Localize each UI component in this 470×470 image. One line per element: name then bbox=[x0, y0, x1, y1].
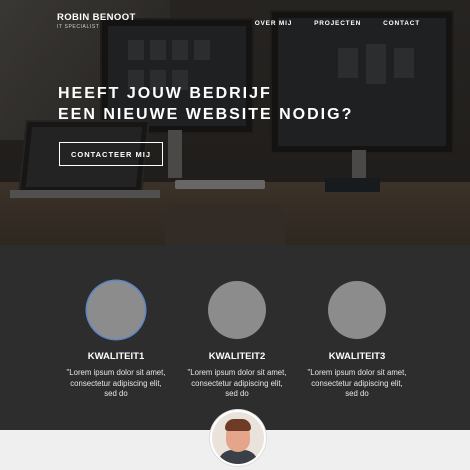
quality-description: "Lorem ipsum dolor sit amet, consectetur… bbox=[307, 368, 407, 398]
hero-headline: HEEFT JOUW BEDRIJF EEN NIEUWE WEBSITE NO… bbox=[58, 83, 353, 125]
quality-title: KWALITEIT1 bbox=[87, 351, 145, 362]
quality-title: KWALITEIT3 bbox=[328, 351, 386, 362]
nav-link-projecten[interactable]: PROJECTEN bbox=[314, 20, 361, 27]
main-nav: OVER MIJ PROJECTEN CONTACT bbox=[255, 20, 420, 27]
quality-card: KWALITEIT3 "Lorem ipsum dolor sit amet, … bbox=[297, 281, 417, 400]
nav-link-over-mij[interactable]: OVER MIJ bbox=[255, 20, 292, 27]
quality-description: "Lorem ipsum dolor sit amet, consectetur… bbox=[187, 368, 287, 398]
headline-line-2: EEN NIEUWE WEBSITE NODIG? bbox=[58, 106, 354, 123]
brand-name: ROBIN BENOOT bbox=[57, 12, 136, 23]
quality-title: KWALITEIT2 bbox=[208, 351, 266, 362]
quality-card: KWALITEIT2 "Lorem ipsum dolor sit amet, … bbox=[177, 281, 297, 400]
quality-image-placeholder[interactable] bbox=[328, 281, 386, 339]
brand-logo[interactable]: ROBIN BENOOT IT SPECIALIST bbox=[57, 12, 136, 30]
quality-card: KWALITEIT1 "Lorem ipsum dolor sit amet, … bbox=[56, 281, 176, 400]
contact-button[interactable]: CONTACTEER MIJ bbox=[59, 142, 163, 166]
brand-subtitle: IT SPECIALIST bbox=[57, 24, 100, 30]
profile-avatar bbox=[210, 410, 266, 466]
quality-image-placeholder[interactable] bbox=[87, 281, 145, 339]
quality-image-placeholder[interactable] bbox=[208, 281, 266, 339]
nav-link-contact[interactable]: CONTACT bbox=[383, 20, 420, 27]
hero-section: ROBIN BENOOT IT SPECIALIST OVER MIJ PROJ… bbox=[0, 0, 470, 245]
qualities-section: KWALITEIT1 "Lorem ipsum dolor sit amet, … bbox=[0, 245, 470, 430]
headline-line-1: HEEFT JOUW BEDRIJF bbox=[58, 85, 272, 102]
quality-description: "Lorem ipsum dolor sit amet, consectetur… bbox=[66, 368, 166, 398]
